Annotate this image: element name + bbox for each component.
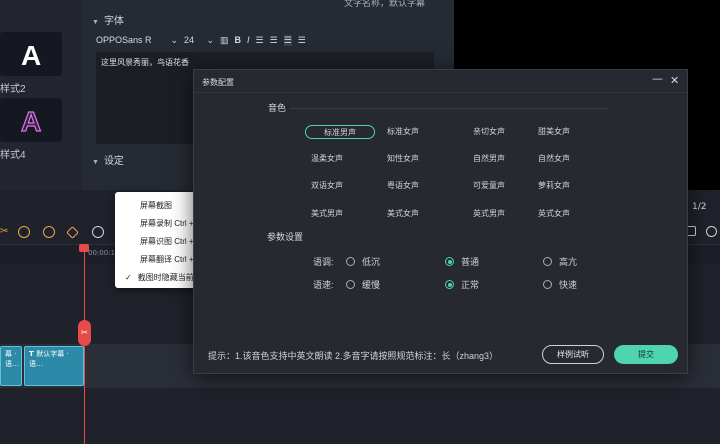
voice-option[interactable]: 粤语女声: [368, 179, 438, 193]
undo-icon[interactable]: [18, 226, 30, 238]
radio-label: 正常: [461, 280, 480, 290]
font-toolbar: OPPOSans R ⌄ 24 ⌄ ▥ B I ☰ ☰ ☰ ☰: [96, 32, 306, 48]
caret-down-icon: ▼: [92, 159, 99, 166]
checkmark-icon: ✓: [125, 273, 132, 282]
svg-text:A: A: [21, 40, 41, 69]
page-indicator: 1/2: [692, 202, 707, 212]
playhead-handle[interactable]: [79, 244, 89, 252]
radio-icon: [543, 257, 552, 266]
speed-radio-normal[interactable]: 正常: [445, 278, 479, 291]
voice-option[interactable]: 英式男声: [454, 207, 524, 221]
voice-option[interactable]: 美式女声: [368, 207, 438, 221]
font-section-header[interactable]: ▼ 字体: [92, 12, 124, 27]
letter-a-white-icon: A: [21, 40, 41, 69]
tone-radio-high[interactable]: 高亢: [543, 255, 577, 268]
radio-icon: [346, 257, 355, 266]
subtitle-clip[interactable]: T 默认字幕 · 语…: [24, 346, 84, 386]
sample-listen-button[interactable]: 样例试听: [542, 345, 604, 364]
parameter-config-dialog: 参数配置 — ✕ 音色 标准男声 标准女声 亲切女声 甜美女声 温柔女声 知性女…: [193, 69, 688, 374]
style-tile-2[interactable]: A: [0, 32, 62, 76]
radio-label: 缓慢: [362, 280, 381, 290]
radio-checked-icon: [445, 257, 454, 266]
close-icon[interactable]: ✕: [670, 74, 679, 87]
radio-label: 快速: [559, 280, 578, 290]
font-section-title: 字体: [103, 16, 124, 27]
param-group-label: 参数设置: [267, 232, 304, 242]
radio-label: 普通: [461, 257, 480, 267]
font-family-select[interactable]: OPPOSans R ⌄: [96, 35, 178, 46]
radio-checked-icon: [445, 280, 454, 289]
chevron-down-icon: ⌄: [170, 34, 178, 45]
voice-option[interactable]: 自然女声: [519, 152, 589, 166]
italic-icon[interactable]: I: [247, 35, 250, 45]
voice-option[interactable]: 萝莉女声: [519, 179, 589, 193]
top-caption-label: 文字名称，默认字幕: [344, 0, 426, 9]
voice-group-label: 音色: [268, 103, 287, 113]
menu-item-screenshot[interactable]: 屏幕截图: [140, 200, 172, 211]
style-label-4: 样式4: [0, 150, 26, 161]
voice-option[interactable]: 美式男声: [292, 207, 362, 221]
style-tile-4[interactable]: A: [0, 98, 62, 142]
radio-label: 高亢: [559, 257, 578, 267]
voice-option[interactable]: 标准男声: [305, 125, 375, 139]
style-panel: A 样式2 A 样式4: [0, 0, 82, 190]
speed-radio-fast[interactable]: 快速: [543, 278, 577, 291]
voice-option[interactable]: 英式女声: [519, 207, 589, 221]
voice-option[interactable]: 亲切女声: [454, 125, 524, 139]
voice-option[interactable]: 标准女声: [368, 125, 438, 139]
submit-button[interactable]: 提交: [614, 345, 678, 364]
font-family-value: OPPOSans R: [96, 34, 152, 45]
font-size-value: 24: [184, 34, 195, 45]
speed-label: 语速:: [313, 280, 334, 290]
split-marker-icon[interactable]: ✂: [78, 320, 91, 346]
dialog-title: 参数配置: [202, 78, 234, 87]
voice-option[interactable]: 温柔女声: [292, 152, 362, 166]
speed-radio-slow[interactable]: 缓慢: [346, 278, 380, 291]
title-separator: [194, 92, 687, 93]
chevron-down-icon: ⌄: [206, 34, 214, 45]
redo-icon[interactable]: [43, 226, 55, 238]
voice-option[interactable]: 双语女声: [292, 179, 362, 193]
scissors-icon[interactable]: ✂: [0, 226, 12, 238]
text-height-icon[interactable]: ▥: [220, 35, 229, 46]
voice-group-divider: [290, 108, 608, 109]
tone-label: 语调:: [313, 257, 334, 267]
settings-section-header[interactable]: ▼ 设定: [92, 152, 124, 167]
voice-option[interactable]: 甜美女声: [519, 125, 589, 139]
radio-icon: [346, 280, 355, 289]
font-size-select[interactable]: 24 ⌄: [184, 35, 214, 46]
zoom-out-icon[interactable]: [706, 226, 717, 237]
style-label-2: 样式2: [0, 84, 26, 95]
align-right-icon[interactable]: ☰: [283, 34, 292, 46]
letter-a-neon-icon: A: [20, 105, 41, 135]
svg-text:A: A: [21, 106, 41, 135]
clock-icon[interactable]: [92, 226, 104, 238]
radio-label: 低沉: [362, 257, 381, 267]
settings-section-title: 设定: [103, 156, 124, 167]
align-justify-icon[interactable]: ☰: [298, 35, 306, 46]
radio-icon: [543, 280, 552, 289]
voice-option[interactable]: 自然男声: [454, 152, 524, 166]
voice-option[interactable]: 可爱童声: [454, 179, 524, 193]
tone-radio-normal[interactable]: 普通: [445, 255, 479, 268]
bold-icon[interactable]: B: [235, 35, 242, 45]
align-center-icon[interactable]: ☰: [270, 35, 278, 46]
subtitle-clip[interactable]: 幕 · 语…: [0, 346, 22, 386]
voice-option[interactable]: 知性女声: [368, 152, 438, 166]
minimize-icon[interactable]: —: [652, 72, 663, 85]
caret-down-icon: ▼: [92, 19, 99, 26]
align-left-icon[interactable]: ☰: [256, 35, 264, 46]
hint-text: 提示：1.该音色支持中英文朗读 2.多音字请按照规范标注：长（zhang3）: [208, 351, 499, 361]
tone-radio-low[interactable]: 低沉: [346, 255, 380, 268]
